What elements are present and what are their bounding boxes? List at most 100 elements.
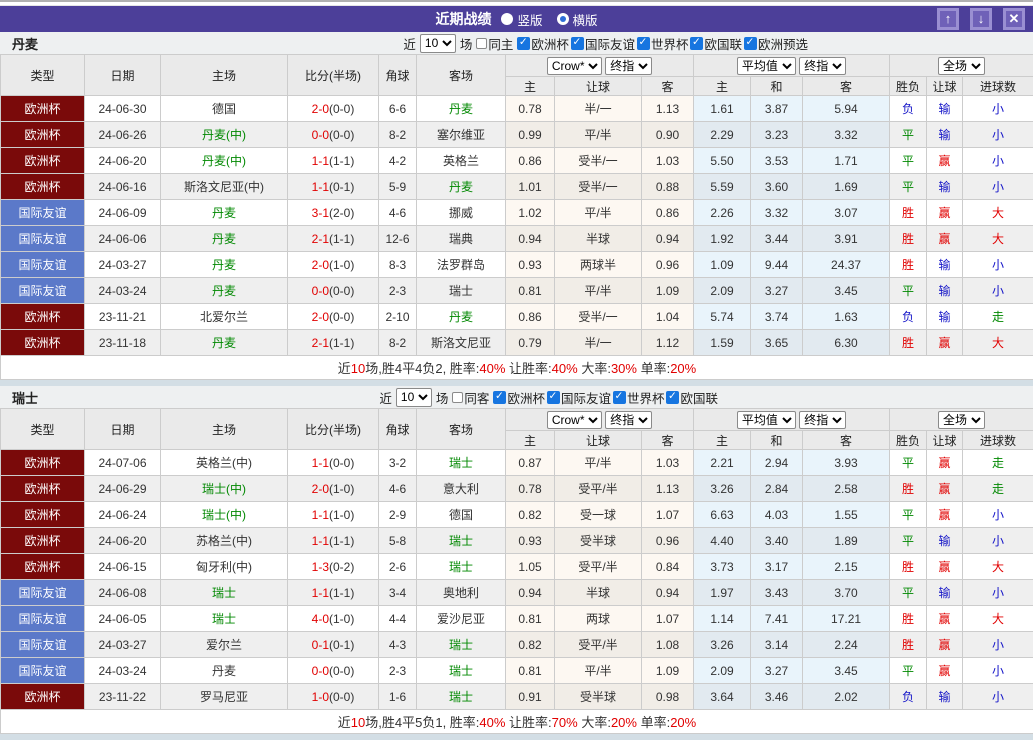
league-filter-欧国联[interactable]: 欧国联	[666, 388, 718, 407]
radio-horizontal-layout[interactable]: 横版	[557, 10, 598, 29]
handicap-odds-away: 1.08	[642, 632, 694, 658]
league-filter-欧洲杯[interactable]: 欧洲杯	[493, 388, 545, 407]
result-outcome: 平	[890, 528, 927, 554]
final-odds-select-1[interactable]: 终指	[605, 57, 652, 75]
result-handicap: 赢	[927, 148, 963, 174]
checkbox-checked-icon	[613, 391, 626, 404]
final-odds-select-1[interactable]: 终指	[605, 411, 652, 429]
handicap-line: 平/半	[555, 200, 642, 226]
avg-odds-away: 3.70	[803, 580, 890, 606]
score-cell: 2-0(1-0)	[288, 252, 379, 278]
away-team: 爱沙尼亚	[417, 606, 506, 632]
handicap-odds-away: 0.98	[642, 684, 694, 710]
handicap-line: 受平/半	[555, 476, 642, 502]
same-venue-filter[interactable]: 同客	[452, 388, 489, 407]
average-select[interactable]: 平均值	[737, 57, 796, 75]
halftime-score: (1-1)	[329, 154, 354, 168]
match-row: 欧洲杯24-06-24瑞士(中)1-1(1-0)2-9德国0.82受一球1.07…	[1, 502, 1033, 528]
home-team: 瑞士	[161, 606, 288, 632]
score-cell: 2-0(0-0)	[288, 96, 379, 122]
fulltime-score: 1-1	[312, 180, 329, 194]
result-handicap: 赢	[927, 658, 963, 684]
handicap-odds-home: 0.78	[506, 476, 555, 502]
corner-score: 4-6	[379, 200, 417, 226]
fulltime-score: 1-1	[312, 456, 329, 470]
league-filter-世界杯[interactable]: 世界杯	[637, 34, 689, 53]
handicap-odds-away: 1.13	[642, 96, 694, 122]
team-name: 瑞士	[0, 388, 38, 407]
result-goals: 小	[963, 278, 1033, 304]
result-outcome: 胜	[890, 632, 927, 658]
checkbox-checked-icon	[637, 37, 650, 50]
handicap-odds-home: 0.78	[506, 96, 555, 122]
league-filter-世界杯[interactable]: 世界杯	[613, 388, 665, 407]
league-filter-国际友谊[interactable]: 国际友谊	[571, 34, 635, 53]
summary-part: 场,胜4平5负1, 胜率:	[365, 715, 479, 730]
avg-odds-home: 1.59	[694, 330, 751, 356]
league-badge: 欧洲杯	[1, 554, 85, 580]
league-filters: 欧洲杯国际友谊世界杯欧国联	[493, 388, 718, 407]
final-odds-select-2[interactable]: 终指	[799, 57, 846, 75]
same-venue-filter[interactable]: 同主	[476, 34, 513, 53]
scope-select[interactable]: 全场	[938, 57, 985, 75]
recent-count-select[interactable]: 10	[396, 388, 432, 407]
handicap-odds-home: 1.05	[506, 554, 555, 580]
home-team: 瑞士	[161, 580, 288, 606]
home-team: 丹麦	[161, 658, 288, 684]
halftime-score: (1-0)	[329, 258, 354, 272]
handicap-line: 两球半	[555, 252, 642, 278]
away-team: 瑞士	[417, 658, 506, 684]
col-header-date: 日期	[85, 409, 161, 450]
move-up-button[interactable]: ↑	[937, 8, 959, 30]
halftime-score: (0-0)	[329, 102, 354, 116]
home-team: 丹麦(中)	[161, 122, 288, 148]
average-select[interactable]: 平均值	[737, 411, 796, 429]
close-button[interactable]: ✕	[1003, 8, 1025, 30]
league-filter-欧洲杯[interactable]: 欧洲杯	[517, 34, 569, 53]
score-cell: 1-1(1-1)	[288, 528, 379, 554]
checkbox-checked-icon	[547, 391, 560, 404]
league-filter-label: 欧国联	[704, 34, 742, 53]
handicap-odds-away: 1.03	[642, 450, 694, 476]
result-handicap: 输	[927, 580, 963, 606]
odds-source-select[interactable]: Crow*	[547, 57, 602, 75]
handicap-line: 平/半	[555, 658, 642, 684]
handicap-odds-home: 0.91	[506, 684, 555, 710]
radio-vertical-layout[interactable]: 竖版	[501, 10, 542, 29]
sub-header-outcome: 胜负	[890, 431, 927, 450]
avg-odds-away: 3.93	[803, 450, 890, 476]
league-filters: 欧洲杯国际友谊世界杯欧国联欧洲预选	[517, 34, 808, 53]
move-down-button[interactable]: ↓	[970, 8, 992, 30]
handicap-odds-away: 1.07	[642, 606, 694, 632]
halftime-score: (1-0)	[329, 612, 354, 626]
handicap-odds-home: 0.93	[506, 252, 555, 278]
league-filter-国际友谊[interactable]: 国际友谊	[547, 388, 611, 407]
match-row: 欧洲杯23-11-22罗马尼亚1-0(0-0)1-6瑞士0.91受半球0.983…	[1, 684, 1033, 710]
away-team: 德国	[417, 502, 506, 528]
halftime-score: (1-1)	[329, 336, 354, 350]
sub-header-avg-away: 客	[803, 431, 890, 450]
avg-odds-home: 6.63	[694, 502, 751, 528]
league-filter-欧国联[interactable]: 欧国联	[690, 34, 742, 53]
result-goals: 小	[963, 252, 1033, 278]
final-odds-select-2[interactable]: 终指	[799, 411, 846, 429]
handicap-odds-group: Crow* 终指	[506, 55, 694, 77]
scope-group: 全场	[890, 409, 1033, 431]
result-outcome: 胜	[890, 252, 927, 278]
scope-select[interactable]: 全场	[938, 411, 985, 429]
avg-odds-home: 3.73	[694, 554, 751, 580]
home-team: 德国	[161, 96, 288, 122]
avg-odds-draw: 3.44	[751, 226, 803, 252]
summary-part: 单率:	[637, 361, 670, 376]
match-row: 国际友谊24-06-06丹麦2-1(1-1)12-6瑞典0.94半球0.941.…	[1, 226, 1033, 252]
match-date: 24-06-30	[85, 96, 161, 122]
handicap-odds-away: 0.88	[642, 174, 694, 200]
odds-source-select[interactable]: Crow*	[547, 411, 602, 429]
fulltime-score: 1-0	[312, 690, 329, 704]
league-badge: 欧洲杯	[1, 502, 85, 528]
avg-odds-away: 6.30	[803, 330, 890, 356]
match-date: 24-03-27	[85, 632, 161, 658]
result-goals: 小	[963, 148, 1033, 174]
league-filter-欧洲预选[interactable]: 欧洲预选	[744, 34, 808, 53]
recent-count-select[interactable]: 10	[420, 34, 456, 53]
